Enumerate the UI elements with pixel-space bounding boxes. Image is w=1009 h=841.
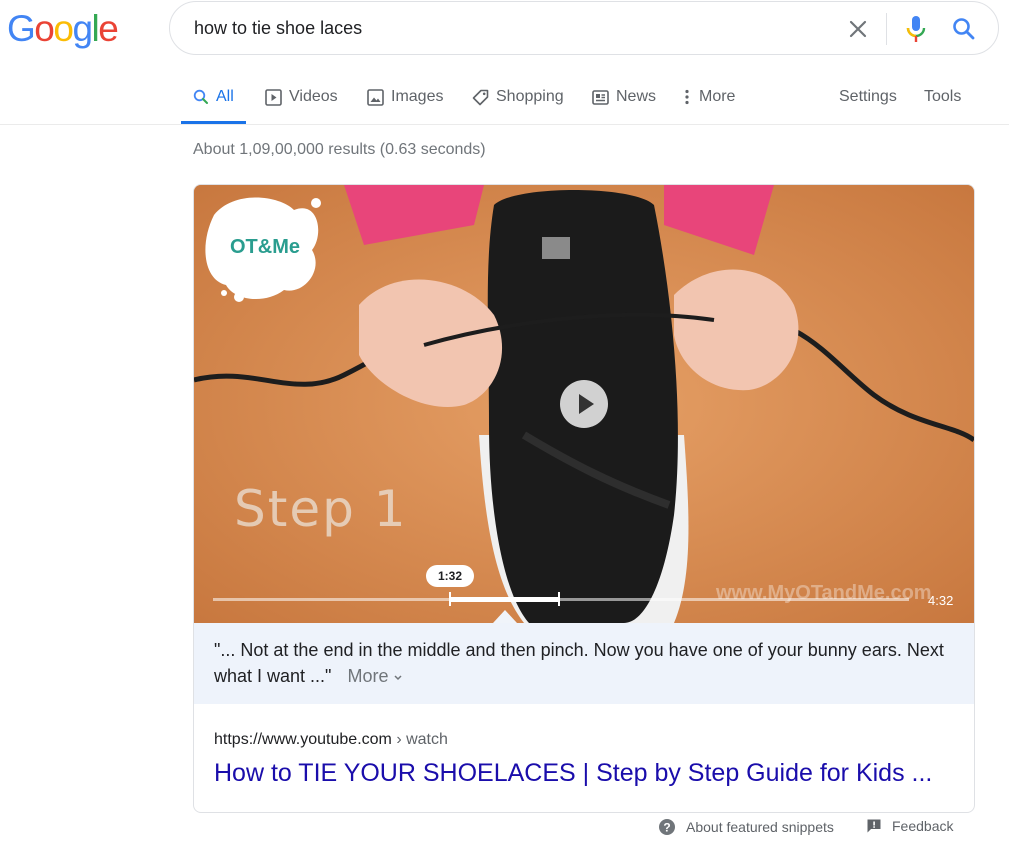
clip-highlight [449, 597, 559, 602]
logo-letter: G [7, 8, 36, 49]
transcript-pointer [493, 610, 517, 623]
search-icon [193, 89, 208, 104]
mic-icon[interactable] [904, 14, 928, 44]
google-logo[interactable]: Google [7, 8, 119, 50]
more-label: More [347, 666, 389, 686]
video-watermark: www.MyOTandMe.com [716, 582, 932, 604]
tag-icon [472, 89, 489, 105]
featured-snippet-card: OT&Me Step 1 www.MyOTandMe.com 1:32 4:32… [193, 184, 975, 813]
more-vert-icon [685, 89, 689, 105]
url-path: › watch [396, 731, 448, 748]
transcript-text: "... Not at the end in the middle and th… [214, 640, 944, 686]
video-overlay-text: Step 1 [234, 480, 408, 538]
about-snippets-link[interactable]: ? About featured snippets [658, 818, 834, 836]
svg-text:?: ? [663, 821, 670, 835]
clip-end-marker [558, 592, 560, 606]
tab-videos[interactable]: Videos [265, 70, 338, 124]
logo-letter: l [91, 8, 100, 49]
channel-logo-text: OT&Me [230, 236, 300, 258]
logo-letter: o [53, 8, 74, 49]
tab-label: News [616, 88, 657, 105]
url-domain: https://www.youtube.com [214, 731, 392, 748]
search-input[interactable] [194, 18, 794, 39]
feedback-icon [867, 819, 881, 833]
feedback-link[interactable]: Feedback [866, 818, 953, 834]
search-tabs: All Videos Images Shopping News More Set… [0, 70, 1009, 125]
feedback-label: Feedback [892, 818, 954, 834]
tab-label: Images [391, 88, 444, 105]
search-box [169, 1, 999, 55]
divider [886, 13, 887, 45]
video-duration: 4:32 [928, 593, 954, 608]
play-icon [265, 88, 282, 106]
tab-label: More [699, 88, 736, 105]
search-icon[interactable] [951, 16, 977, 42]
clip-start-marker [449, 592, 451, 606]
tab-all[interactable]: All [181, 70, 246, 124]
result-stats: About 1,09,00,000 results (0.63 seconds) [193, 141, 486, 158]
logo-letter: g [72, 8, 93, 49]
tab-shopping[interactable]: Shopping [472, 70, 564, 124]
more-button[interactable]: More [347, 666, 403, 686]
tab-more[interactable]: More [684, 70, 735, 124]
image-icon [367, 88, 384, 106]
close-icon[interactable] [846, 17, 870, 41]
result-url: https://www.youtube.com › watch [214, 731, 448, 749]
tab-label: Videos [289, 88, 338, 105]
help-icon: ? [659, 819, 675, 835]
clip-time-label: 1:32 [426, 565, 474, 587]
tools-link[interactable]: Tools [924, 70, 961, 124]
chevron-down-icon [394, 675, 403, 681]
news-icon [592, 89, 609, 105]
transcript-snippet: "... Not at the end in the middle and th… [194, 623, 974, 704]
tab-images[interactable]: Images [367, 70, 443, 124]
logo-letter: o [34, 8, 55, 49]
video-thumbnail[interactable]: OT&Me Step 1 www.MyOTandMe.com 1:32 4:32 [194, 185, 974, 623]
about-snippets-label: About featured snippets [686, 819, 834, 835]
tab-label: All [216, 88, 234, 105]
tab-label: Shopping [496, 88, 564, 105]
result-title-link[interactable]: How to TIE YOUR SHOELACES | Step by Step… [214, 759, 932, 788]
play-button[interactable] [560, 380, 608, 428]
logo-letter: e [98, 8, 119, 49]
video-progress-track[interactable] [213, 598, 909, 601]
settings-link[interactable]: Settings [839, 70, 897, 124]
tab-news[interactable]: News [592, 70, 656, 124]
